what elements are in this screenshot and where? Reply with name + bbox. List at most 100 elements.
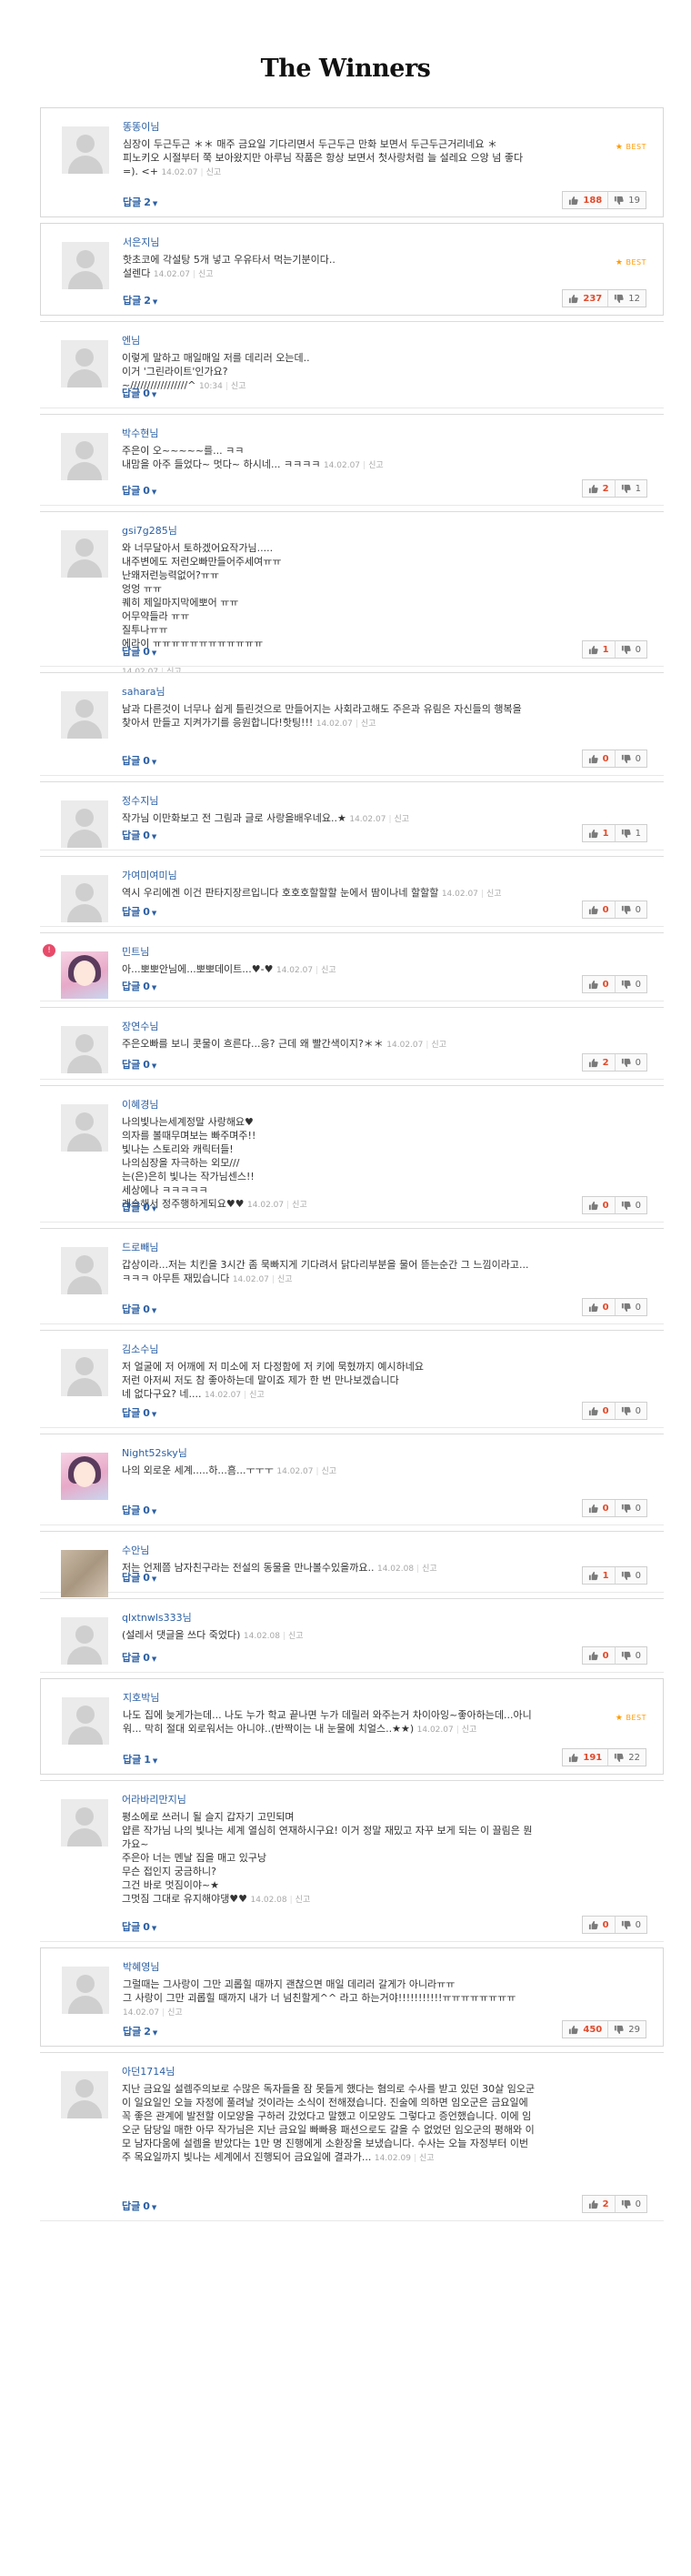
dislike-button[interactable]: 0 xyxy=(616,2196,646,2212)
reply-toggle[interactable]: 답글 0 ▼ xyxy=(122,1503,156,1517)
report-link[interactable]: 신고 xyxy=(198,270,214,279)
like-button[interactable]: 1 xyxy=(583,825,616,841)
like-button[interactable]: 0 xyxy=(583,1917,616,1933)
reply-toggle[interactable]: 답글 0 ▼ xyxy=(122,2199,156,2213)
reply-toggle[interactable]: 답글 0 ▼ xyxy=(122,483,156,498)
report-link[interactable]: 신고 xyxy=(322,1467,337,1476)
like-button[interactable]: 0 xyxy=(583,1299,616,1315)
reply-toggle[interactable]: 답글 1 ▼ xyxy=(123,1752,157,1766)
comment-author[interactable]: Night52sky님 xyxy=(122,1445,187,1460)
dislike-button[interactable]: 0 xyxy=(616,1500,646,1516)
comment-line: 주은이 오~~~~~를... ㅋㅋ xyxy=(122,445,245,457)
reply-toggle[interactable]: 답글 0 ▼ xyxy=(122,979,156,993)
reply-toggle[interactable]: 답글 0 ▼ xyxy=(122,1200,156,1214)
reply-toggle[interactable]: 답글 2 ▼ xyxy=(123,2024,157,2038)
dislike-button[interactable]: 0 xyxy=(616,1197,646,1213)
like-button[interactable]: 2 xyxy=(583,2196,616,2212)
dislike-button[interactable]: 0 xyxy=(616,1299,646,1315)
like-button[interactable]: 188 xyxy=(563,192,609,208)
reply-toggle[interactable]: 답글 0 ▼ xyxy=(122,904,156,919)
dislike-button[interactable]: 0 xyxy=(616,1403,646,1419)
like-button[interactable]: 0 xyxy=(583,1403,616,1419)
dislike-button[interactable]: 1 xyxy=(616,480,646,497)
reply-toggle[interactable]: 답글 0 ▼ xyxy=(122,828,156,842)
comment-author[interactable]: 정수지님 xyxy=(122,793,158,808)
like-button[interactable]: 237 xyxy=(563,290,609,307)
like-button[interactable]: 1 xyxy=(583,1567,616,1584)
comment-author[interactable]: 드로빼님 xyxy=(122,1240,158,1254)
reply-toggle[interactable]: 답글 2 ▼ xyxy=(123,293,157,307)
reply-toggle[interactable]: 답글 0 ▼ xyxy=(122,1919,156,1934)
reply-toggle[interactable]: 답글 0 ▼ xyxy=(122,1057,156,1072)
reply-toggle[interactable]: 답글 0 ▼ xyxy=(122,1570,156,1585)
reply-toggle[interactable]: 답글 0 ▼ xyxy=(122,1650,156,1665)
like-button[interactable]: 450 xyxy=(563,2021,609,2038)
comment-author[interactable]: 지호박님 xyxy=(123,1690,159,1705)
comment-author[interactable]: sahara님 xyxy=(122,684,165,699)
like-button[interactable]: 1 xyxy=(583,641,616,658)
report-link[interactable]: 신고 xyxy=(422,1565,437,1574)
like-button[interactable]: 0 xyxy=(583,1647,616,1664)
report-link[interactable]: 신고 xyxy=(431,1041,446,1050)
like-button[interactable]: 2 xyxy=(583,480,616,497)
comment-author[interactable]: 가여미여미님 xyxy=(122,868,177,882)
report-link[interactable]: 신고 xyxy=(368,461,384,470)
report-link[interactable]: 신고 xyxy=(206,168,222,177)
comment-author[interactable]: 엔님 xyxy=(122,333,140,347)
report-link[interactable]: 신고 xyxy=(361,719,376,729)
reply-toggle[interactable]: 답글 0 ▼ xyxy=(122,386,156,400)
reply-toggle[interactable]: 답글 0 ▼ xyxy=(122,644,156,659)
report-link[interactable]: 신고 xyxy=(292,1201,307,1210)
comment-author[interactable]: 민트님 xyxy=(122,944,149,959)
reply-toggle[interactable]: 답글 0 ▼ xyxy=(122,753,156,768)
report-link[interactable]: 신고 xyxy=(167,2008,183,2018)
report-link[interactable]: 신고 xyxy=(321,966,336,975)
comment-author[interactable]: 어라바리만지님 xyxy=(122,1792,186,1806)
dislike-button[interactable]: 29 xyxy=(608,2021,646,2038)
report-link[interactable]: 신고 xyxy=(462,1726,477,1735)
dislike-button[interactable]: 0 xyxy=(616,641,646,658)
report-link[interactable]: 신고 xyxy=(295,1896,311,1905)
reply-toggle[interactable]: 답글 2 ▼ xyxy=(123,195,157,209)
report-link[interactable]: 신고 xyxy=(249,1391,265,1400)
report-link[interactable]: 신고 xyxy=(277,1275,293,1284)
reply-toggle[interactable]: 답글 0 ▼ xyxy=(122,1302,156,1316)
report-link[interactable]: 신고 xyxy=(231,382,246,391)
comment-author[interactable]: 똥똥이님 xyxy=(123,119,159,134)
like-button[interactable]: 2 xyxy=(583,1054,616,1071)
comment-author[interactable]: qlxtnwls333님 xyxy=(122,1610,192,1625)
dislike-button[interactable]: 0 xyxy=(616,750,646,767)
dislike-button[interactable]: 0 xyxy=(616,1567,646,1584)
dislike-button[interactable]: 12 xyxy=(608,290,646,307)
dislike-button[interactable]: 0 xyxy=(616,1647,646,1664)
dislike-button[interactable]: 0 xyxy=(616,1917,646,1933)
reply-toggle[interactable]: 답글 0 ▼ xyxy=(122,1405,156,1420)
comment-author[interactable]: 김소수님 xyxy=(122,1342,158,1356)
dislike-button[interactable]: 22 xyxy=(608,1749,646,1766)
comment-author[interactable]: 박혜영님 xyxy=(123,1959,159,1974)
comment-author[interactable]: 서은지님 xyxy=(123,235,159,249)
report-link[interactable]: 신고 xyxy=(486,890,502,899)
comment-author[interactable]: 아던1714님 xyxy=(122,2064,175,2078)
comment-author[interactable]: gsi7g285님 xyxy=(122,523,177,538)
dislike-button[interactable]: 0 xyxy=(616,901,646,918)
report-link[interactable]: 신고 xyxy=(394,815,409,824)
report-link[interactable]: 신고 xyxy=(419,2154,435,2163)
like-button[interactable]: 0 xyxy=(583,750,616,767)
dislike-button[interactable]: 19 xyxy=(608,192,646,208)
like-button[interactable]: 0 xyxy=(583,976,616,992)
best-badge: ★ BEST xyxy=(616,143,646,152)
comment-author[interactable]: 박수현님 xyxy=(122,426,158,440)
like-button[interactable]: 0 xyxy=(583,901,616,918)
comment-author[interactable]: 장연수님 xyxy=(122,1019,158,1033)
dislike-button[interactable]: 0 xyxy=(616,976,646,992)
like-button[interactable]: 191 xyxy=(563,1749,609,1766)
comment-line: 나의빛나는세계정말 사랑해요♥ xyxy=(122,1116,254,1128)
like-button[interactable]: 0 xyxy=(583,1197,616,1213)
dislike-button[interactable]: 1 xyxy=(616,825,646,841)
report-link[interactable]: 신고 xyxy=(288,1632,304,1641)
comment-author[interactable]: 수안님 xyxy=(122,1543,149,1557)
like-button[interactable]: 0 xyxy=(583,1500,616,1516)
comment-author[interactable]: 이혜경님 xyxy=(122,1097,158,1112)
dislike-button[interactable]: 0 xyxy=(616,1054,646,1071)
